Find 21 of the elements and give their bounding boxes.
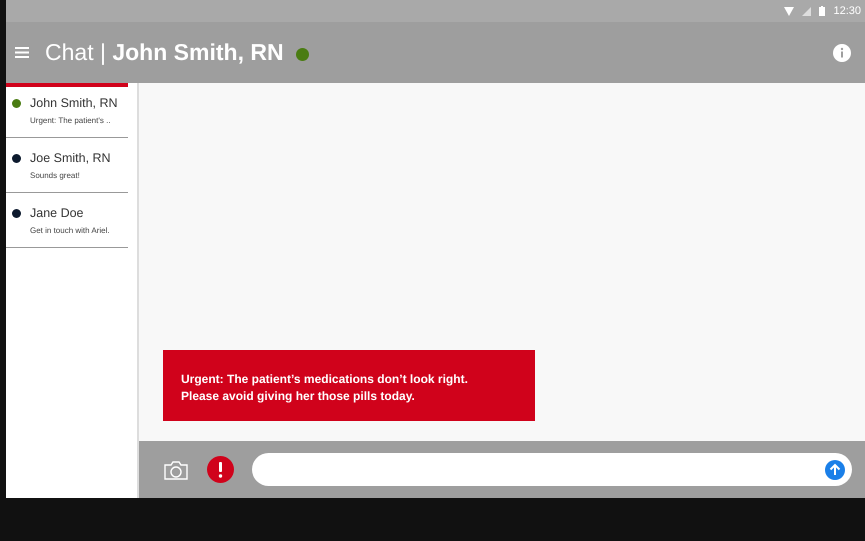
contact-item[interactable]: Joe Smith, RN Sounds great!: [6, 138, 128, 193]
wifi-icon: [784, 6, 794, 16]
message-preview: Sounds great!: [30, 171, 81, 180]
menu-icon[interactable]: [15, 47, 29, 58]
contact-item[interactable]: John Smith, RN Urgent: The patient's ..: [6, 83, 128, 138]
send-icon[interactable]: [825, 460, 845, 480]
camera-icon[interactable]: [163, 460, 189, 480]
chat-title: Chat | John Smith, RN: [45, 39, 284, 66]
urgent-message: Urgent: The patient’s medications don’t look right. Please avoid giving her those pills today.: [163, 350, 535, 421]
info-icon[interactable]: [833, 44, 851, 62]
contact-name: Jane Doe: [30, 206, 84, 220]
status-time: 12:30: [833, 5, 861, 17]
signal-icon: [802, 6, 812, 16]
contact-name: John Smith, RN: [30, 96, 118, 110]
message-preview: Get in touch with Ariel.: [30, 226, 111, 235]
contact-item[interactable]: Jane Doe Get in touch with Ariel.: [6, 193, 128, 248]
urgent-icon[interactable]: [207, 456, 234, 483]
message-input[interactable]: [252, 453, 852, 486]
battery-icon: [819, 6, 826, 16]
message-preview: Urgent: The patient's ..: [30, 116, 112, 125]
contact-name: Joe Smith, RN: [30, 151, 111, 165]
